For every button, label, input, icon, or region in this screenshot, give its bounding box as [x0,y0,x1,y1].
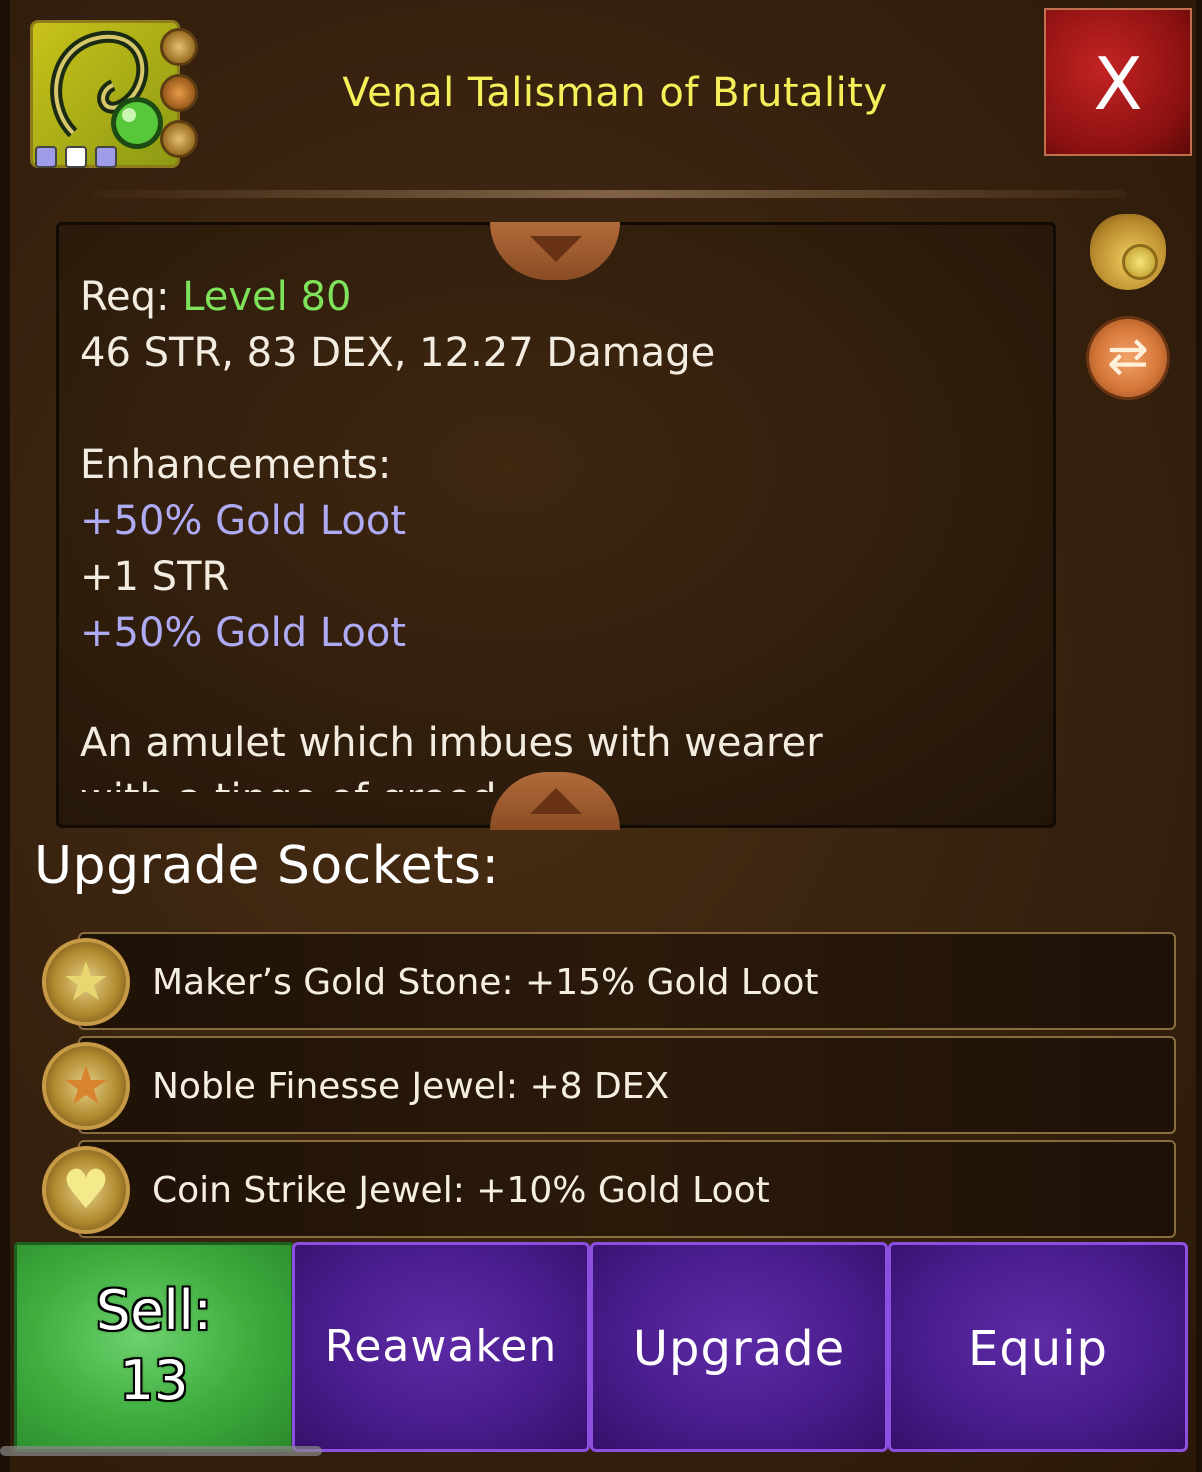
upgrade-slot-indicator [35,146,57,168]
item-title: Venal Talisman of Brutality [342,70,888,116]
sell-price: 13 [119,1349,189,1412]
scroll-indicator [0,1446,322,1456]
heart-glyph: ♥ [61,1158,111,1221]
star-glyph: ★ [61,950,111,1013]
enhancements-heading: Enhancements: [80,442,392,488]
item-description: An amulet which imbues with wearer [80,720,823,766]
socket-text: Coin Strike Jewel: +10% Gold Loot [152,1170,770,1211]
star-gem-icon [160,74,198,112]
gold-star-gem-icon: ★ [42,938,130,1026]
left-frame [0,0,10,1472]
upgrade-button[interactable]: Upgrade [590,1242,888,1452]
close-button[interactable]: X [1044,8,1192,156]
req-level: Level 80 [182,274,352,320]
socket-text: Maker’s Gold Stone: +15% Gold Loot [152,962,819,1003]
equip-label: Equip [967,1321,1109,1377]
heart-gem-icon [160,120,198,158]
stats-line: 46 STR, 83 DEX, 12.27 Damage [80,330,716,376]
swap-icon[interactable] [1086,316,1170,400]
chevron-down-icon [530,236,582,262]
req-label: Req: [80,274,183,320]
gold-bag-icon[interactable] [1090,214,1166,290]
item-description-continued: with a tinge of greed [80,776,497,792]
equip-button[interactable]: Equip [888,1242,1188,1452]
enhancement-item: +50% Gold Loot [80,610,407,656]
sell-label: Sell: [96,1279,212,1342]
amulet-icon [30,20,180,168]
enhancement-item: +50% Gold Loot [80,498,407,544]
enhancement-item: +1 STR [80,554,230,600]
upgrade-slot-indicator [95,146,117,168]
bronze-star-gem-icon: ★ [42,1042,130,1130]
right-frame [1196,0,1202,1472]
requirement-line: Req: Level 80 [80,274,351,320]
divider [92,190,1126,198]
reawaken-button[interactable]: Reawaken [292,1242,590,1452]
chevron-up-icon [530,788,582,814]
reawaken-label: Reawaken [324,1321,558,1372]
heart-gem-icon: ♥ [42,1146,130,1234]
sell-button[interactable]: Sell: 13 [14,1242,294,1452]
star-gem-icon [160,28,198,66]
socket-text: Noble Finesse Jewel: +8 DEX [152,1066,670,1107]
upgrade-slot-indicator [65,146,87,168]
sockets-title: Upgrade Sockets: [34,836,500,896]
star-glyph: ★ [61,1054,111,1117]
upgrade-label: Upgrade [632,1321,846,1377]
